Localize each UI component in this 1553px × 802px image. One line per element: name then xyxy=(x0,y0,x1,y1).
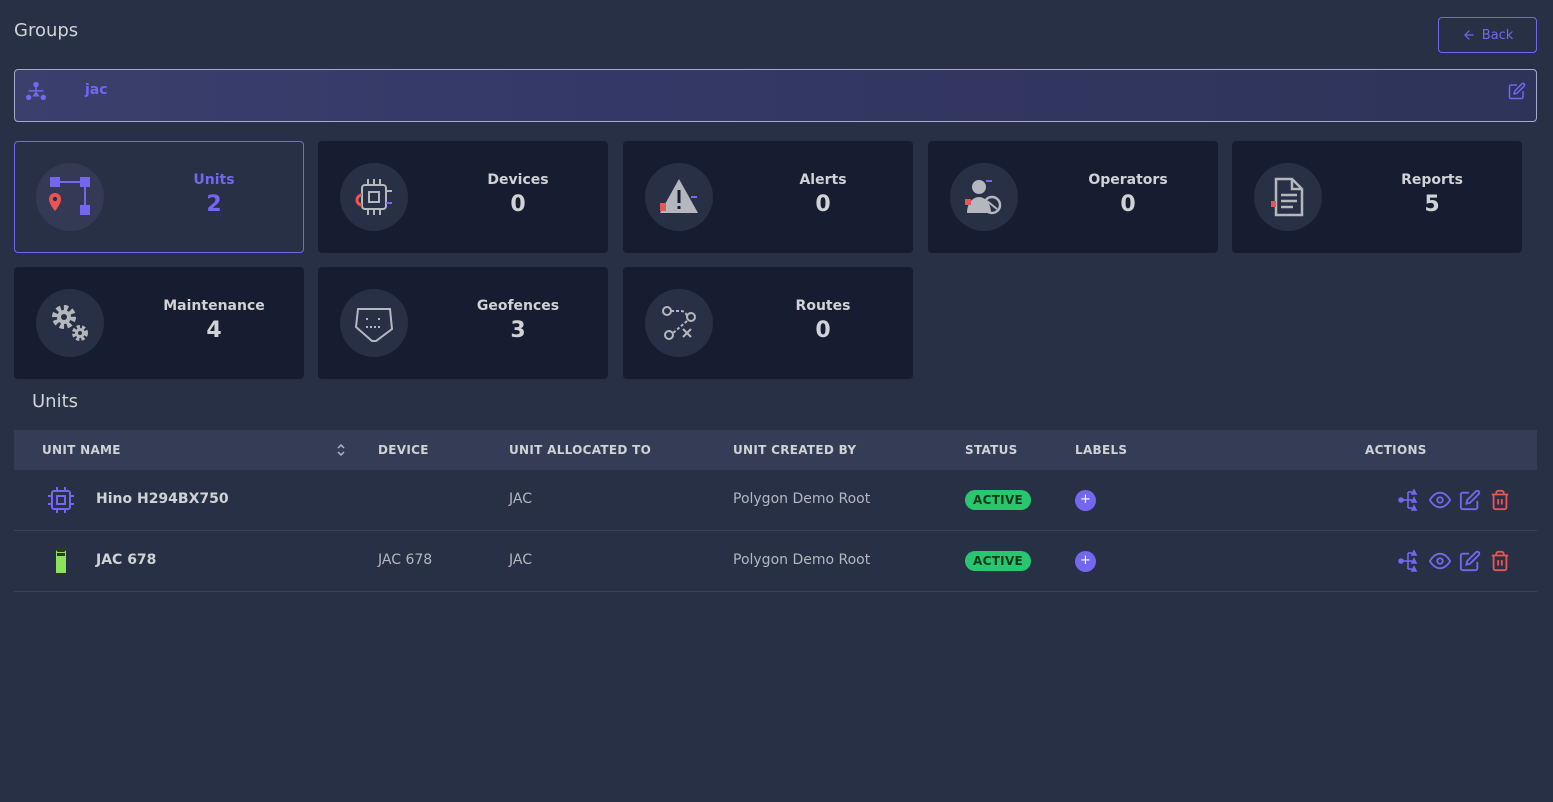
card-routes[interactable]: Routes 0 xyxy=(623,267,913,379)
card-maintenance[interactable]: Maintenance 4 xyxy=(14,267,304,379)
column-labels: LABELS xyxy=(1075,443,1128,457)
card-units-value: 2 xyxy=(206,192,222,217)
card-routes-value: 0 xyxy=(815,318,831,343)
card-reports[interactable]: Reports 5 xyxy=(1232,141,1522,253)
units-table: UNIT NAME DEVICE UNIT ALLOCATED TO UNIT … xyxy=(14,430,1537,592)
arrow-left-icon xyxy=(1464,30,1474,40)
card-geofences-value: 3 xyxy=(510,318,526,343)
card-alerts-label: Alerts xyxy=(799,172,847,188)
delete-icon[interactable] xyxy=(1489,550,1511,572)
column-allocated-to: UNIT ALLOCATED TO xyxy=(509,443,652,457)
geofence-icon xyxy=(354,308,394,342)
page-title: Groups xyxy=(14,20,79,41)
card-alerts[interactable]: Alerts 0 xyxy=(623,141,913,253)
unit-name[interactable]: JAC 678 xyxy=(96,552,156,568)
column-created-by: UNIT CREATED BY xyxy=(733,443,857,457)
edit-icon[interactable] xyxy=(1459,489,1481,511)
hierarchy-icon xyxy=(25,81,47,101)
card-maintenance-value: 4 xyxy=(206,318,222,343)
vehicle-icon xyxy=(56,547,66,575)
view-icon[interactable] xyxy=(1428,489,1452,511)
alert-icon xyxy=(660,179,698,213)
status-badge: ACTIVE xyxy=(965,490,1032,510)
unit-allocated-to: JAC xyxy=(509,552,532,568)
unit-name[interactable]: Hino H294BX750 xyxy=(96,491,229,507)
column-unit-name[interactable]: UNIT NAME xyxy=(42,443,121,457)
route-icon xyxy=(662,306,696,340)
chip-icon xyxy=(355,179,392,215)
column-actions: ACTIONS xyxy=(1365,443,1427,457)
card-reports-label: Reports xyxy=(1401,172,1463,188)
gears-icon xyxy=(52,305,88,341)
card-operators[interactable]: Operators 0 xyxy=(928,141,1218,253)
card-operators-value: 0 xyxy=(1120,192,1136,217)
card-alerts-value: 0 xyxy=(815,192,831,217)
group-name: jac xyxy=(85,82,108,98)
card-units[interactable]: Units 2 xyxy=(14,141,304,253)
card-maintenance-label: Maintenance xyxy=(163,298,265,314)
unit-device: JAC 678 xyxy=(378,552,433,568)
back-button[interactable]: Back xyxy=(1438,17,1537,53)
card-reports-value: 5 xyxy=(1424,192,1440,217)
card-units-label: Units xyxy=(193,172,235,188)
card-operators-label: Operators xyxy=(1088,172,1168,188)
units-icon xyxy=(49,177,90,215)
unit-created-by: Polygon Demo Root xyxy=(733,491,871,507)
card-devices-label: Devices xyxy=(487,172,549,188)
delete-icon[interactable] xyxy=(1489,489,1511,511)
sort-icon[interactable] xyxy=(336,442,346,458)
unit-created-by: Polygon Demo Root xyxy=(733,552,871,568)
edit-group-icon[interactable] xyxy=(1508,82,1526,100)
status-badge: ACTIVE xyxy=(965,551,1032,571)
add-label-button[interactable]: + xyxy=(1075,551,1096,572)
edit-icon[interactable] xyxy=(1459,550,1481,572)
table-row: Hino H294BX750 JAC Polygon Demo Root ACT… xyxy=(14,470,1537,531)
unit-allocated-to: JAC xyxy=(509,491,532,507)
card-routes-label: Routes xyxy=(795,298,851,314)
operator-icon xyxy=(965,180,1002,215)
chip-icon xyxy=(48,487,74,513)
add-label-button[interactable]: + xyxy=(1075,490,1096,511)
group-header: jac xyxy=(14,69,1537,122)
hierarchy-action-icon[interactable] xyxy=(1398,488,1420,511)
column-status: STATUS xyxy=(965,443,1018,457)
card-geofences-label: Geofences xyxy=(476,298,560,314)
table-header: UNIT NAME DEVICE UNIT ALLOCATED TO UNIT … xyxy=(14,430,1537,470)
table-row: JAC 678 JAC 678 JAC Polygon Demo Root AC… xyxy=(14,531,1537,592)
card-devices[interactable]: Devices 0 xyxy=(318,141,608,253)
card-devices-value: 0 xyxy=(510,192,526,217)
report-icon xyxy=(1271,177,1304,217)
units-section-title: Units xyxy=(32,391,79,412)
back-button-label: Back xyxy=(1481,27,1514,43)
hierarchy-action-icon[interactable] xyxy=(1398,549,1420,572)
column-device: DEVICE xyxy=(378,443,429,457)
card-geofences[interactable]: Geofences 3 xyxy=(318,267,608,379)
view-icon[interactable] xyxy=(1428,550,1452,572)
